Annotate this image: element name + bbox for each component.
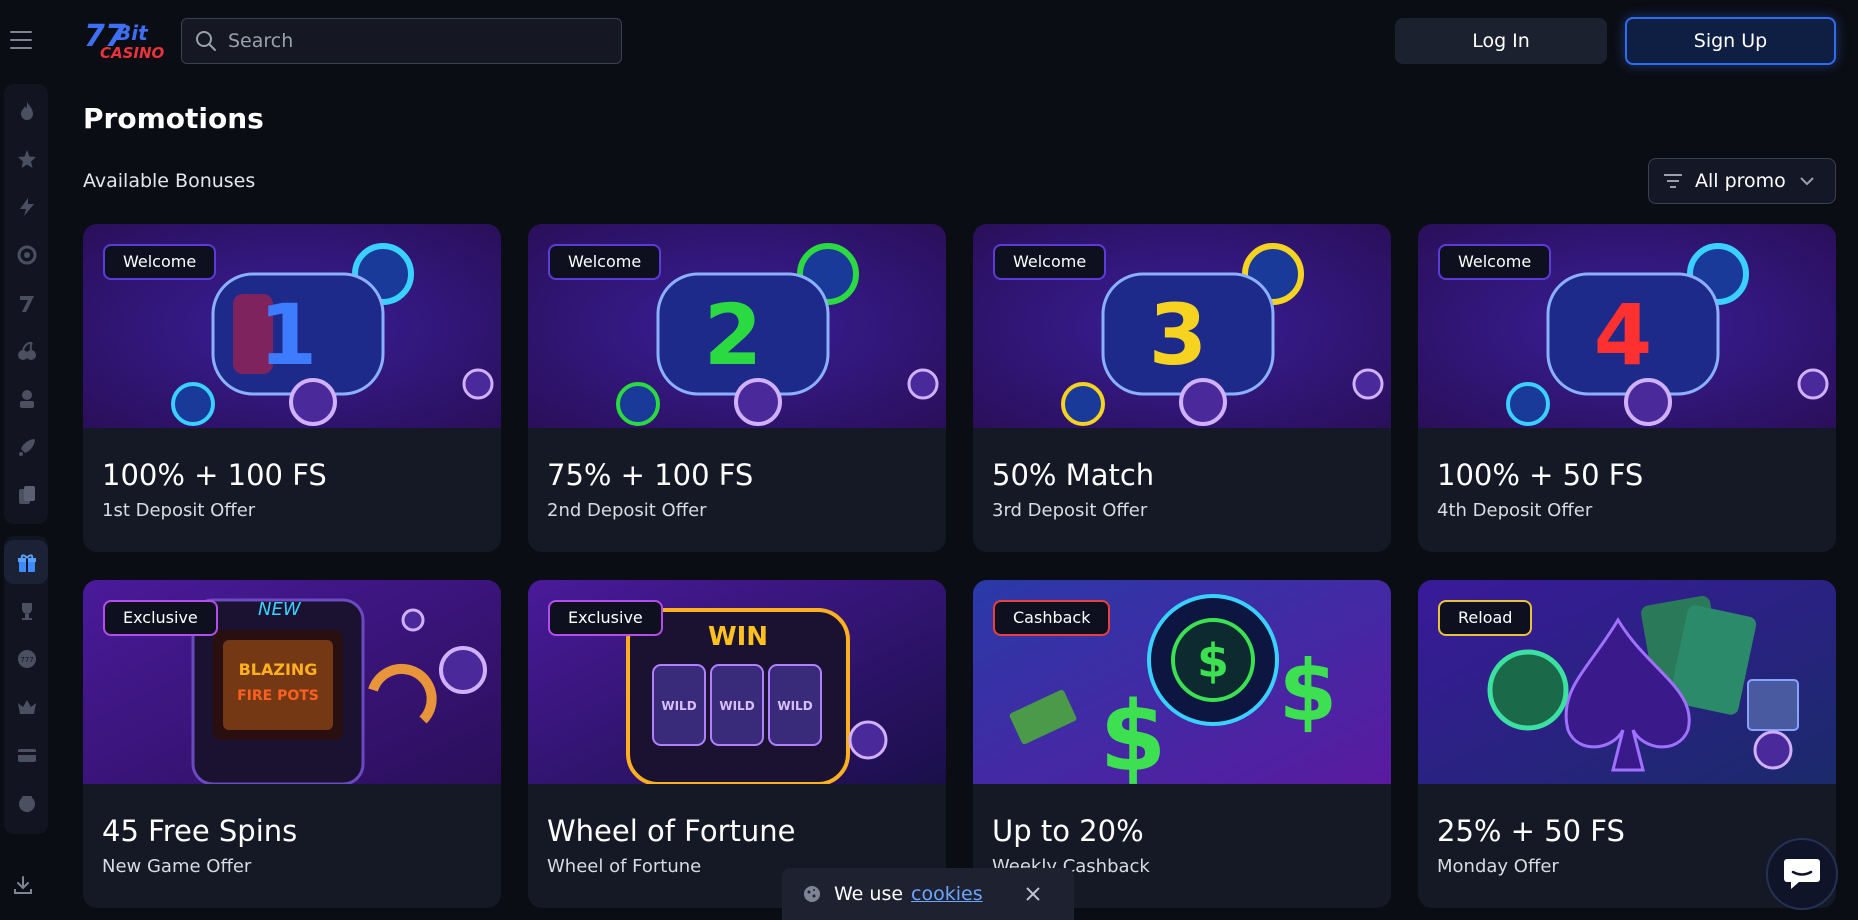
svg-text:2: 2 [704, 286, 762, 384]
promo-card[interactable]: 3 Welcome 50% Match 3rd Deposit Offer [973, 224, 1391, 552]
svg-text:WILD: WILD [719, 699, 754, 713]
svg-text:777: 777 [20, 656, 33, 664]
payment-card-icon[interactable] [16, 744, 38, 766]
gift-icon[interactable] [16, 552, 38, 574]
sidebar: 777 [0, 80, 52, 920]
svg-text:$: $ [1197, 634, 1229, 688]
vip-icon[interactable] [16, 792, 38, 814]
fire-icon[interactable] [16, 100, 38, 122]
svg-text:Bit: Bit [116, 21, 149, 45]
promo-subtitle: Monday Offer [1437, 856, 1559, 877]
promo-title: 100% + 50 FS [1437, 458, 1644, 492]
promo-title: 25% + 50 FS [1437, 814, 1625, 848]
promo-filter-dropdown[interactable]: All promo [1648, 158, 1836, 204]
svg-text:BLAZING: BLAZING [239, 660, 318, 679]
svg-text:WIN: WIN [708, 622, 768, 652]
cookie-banner: We use cookies [782, 868, 1074, 920]
promo-badge: Welcome [548, 244, 662, 280]
top-bar: 77 Bit CASINO Log In Sign Up [0, 0, 1858, 80]
cherries-icon[interactable] [16, 340, 38, 362]
svg-text:NEW: NEW [258, 599, 302, 620]
crown-icon[interactable] [16, 696, 38, 718]
cookie-link[interactable]: cookies [911, 883, 983, 905]
cards-icon[interactable] [16, 484, 38, 506]
search-field[interactable] [181, 18, 622, 64]
svg-text:4: 4 [1594, 286, 1652, 384]
page-title: Promotions [83, 102, 264, 135]
lightning-icon[interactable] [16, 196, 38, 218]
slot-seven-icon[interactable] [16, 292, 38, 314]
promo-subtitle: Wheel of Fortune [547, 856, 702, 877]
chat-icon [1784, 859, 1820, 889]
svg-text:CASINO: CASINO [100, 44, 165, 62]
lottery-777-icon[interactable]: 777 [16, 648, 38, 670]
svg-text:FIRE POTS: FIRE POTS [237, 688, 319, 704]
section-subtitle: Available Bonuses [83, 170, 256, 192]
search-input[interactable] [228, 30, 608, 52]
svg-text:3: 3 [1149, 286, 1207, 384]
stars-icon[interactable] [16, 148, 38, 170]
svg-text:WILD: WILD [777, 699, 812, 713]
promo-subtitle: 4th Deposit Offer [1437, 500, 1593, 521]
promo-title: 75% + 100 FS [547, 458, 754, 492]
svg-text:$: $ [1279, 642, 1337, 740]
rocket-icon[interactable] [16, 436, 38, 458]
dealer-icon[interactable] [16, 388, 38, 410]
promo-badge: Cashback [993, 600, 1111, 636]
target-icon[interactable] [16, 244, 38, 266]
close-icon[interactable] [1025, 886, 1041, 902]
promo-title: Wheel of Fortune [547, 814, 796, 848]
login-button[interactable]: Log In [1395, 18, 1607, 64]
search-icon [196, 31, 216, 51]
promo-card[interactable]: 1 Welcome 100% + 100 FS 1st Deposit Offe… [83, 224, 501, 552]
promo-badge: Welcome [103, 244, 217, 280]
cookie-icon [804, 886, 820, 902]
chat-button[interactable] [1766, 838, 1838, 910]
promo-title: 100% + 100 FS [102, 458, 327, 492]
promo-subtitle: 2nd Deposit Offer [547, 500, 707, 521]
promo-card[interactable]: WIN WILD WILD WILD Exclusive Wheel of Fo… [528, 580, 946, 908]
promo-card[interactable]: $ $ $ Cashback Up to 20% Weekly Cashback [973, 580, 1391, 908]
promo-badge: Welcome [993, 244, 1107, 280]
signup-button[interactable]: Sign Up [1625, 17, 1836, 65]
promo-card[interactable]: BLAZING FIRE POTS NEW Exclusive 45 Free … [83, 580, 501, 908]
promo-card[interactable]: 4 Welcome 100% + 50 FS 4th Deposit Offer [1418, 224, 1836, 552]
promo-badge: Welcome [1438, 244, 1552, 280]
promo-subtitle: 1st Deposit Offer [102, 500, 256, 521]
promo-title: Up to 20% [992, 814, 1144, 848]
promo-title: 45 Free Spins [102, 814, 298, 848]
sidebar-games-group [4, 84, 48, 524]
chevron-down-icon [1800, 177, 1814, 186]
logo[interactable]: 77 Bit CASINO [82, 18, 166, 64]
promo-title: 50% Match [992, 458, 1155, 492]
svg-text:$: $ [1100, 681, 1167, 784]
promo-card[interactable]: 2 Welcome 75% + 100 FS 2nd Deposit Offer [528, 224, 946, 552]
filter-icon [1664, 174, 1682, 188]
trophy-icon[interactable] [16, 600, 38, 622]
cookie-text: We use [834, 883, 904, 905]
promo-badge: Exclusive [548, 600, 663, 636]
promo-subtitle: 3rd Deposit Offer [992, 500, 1148, 521]
svg-text:WILD: WILD [661, 699, 696, 713]
promo-badge: Exclusive [103, 600, 218, 636]
sidebar-extras-group: 777 [4, 536, 48, 834]
download-icon[interactable] [12, 874, 34, 896]
menu-icon[interactable] [10, 28, 36, 52]
promo-badge: Reload [1438, 600, 1533, 636]
promo-subtitle: New Game Offer [102, 856, 252, 877]
svg-text:1: 1 [259, 286, 317, 384]
filter-label: All promo [1695, 170, 1786, 192]
